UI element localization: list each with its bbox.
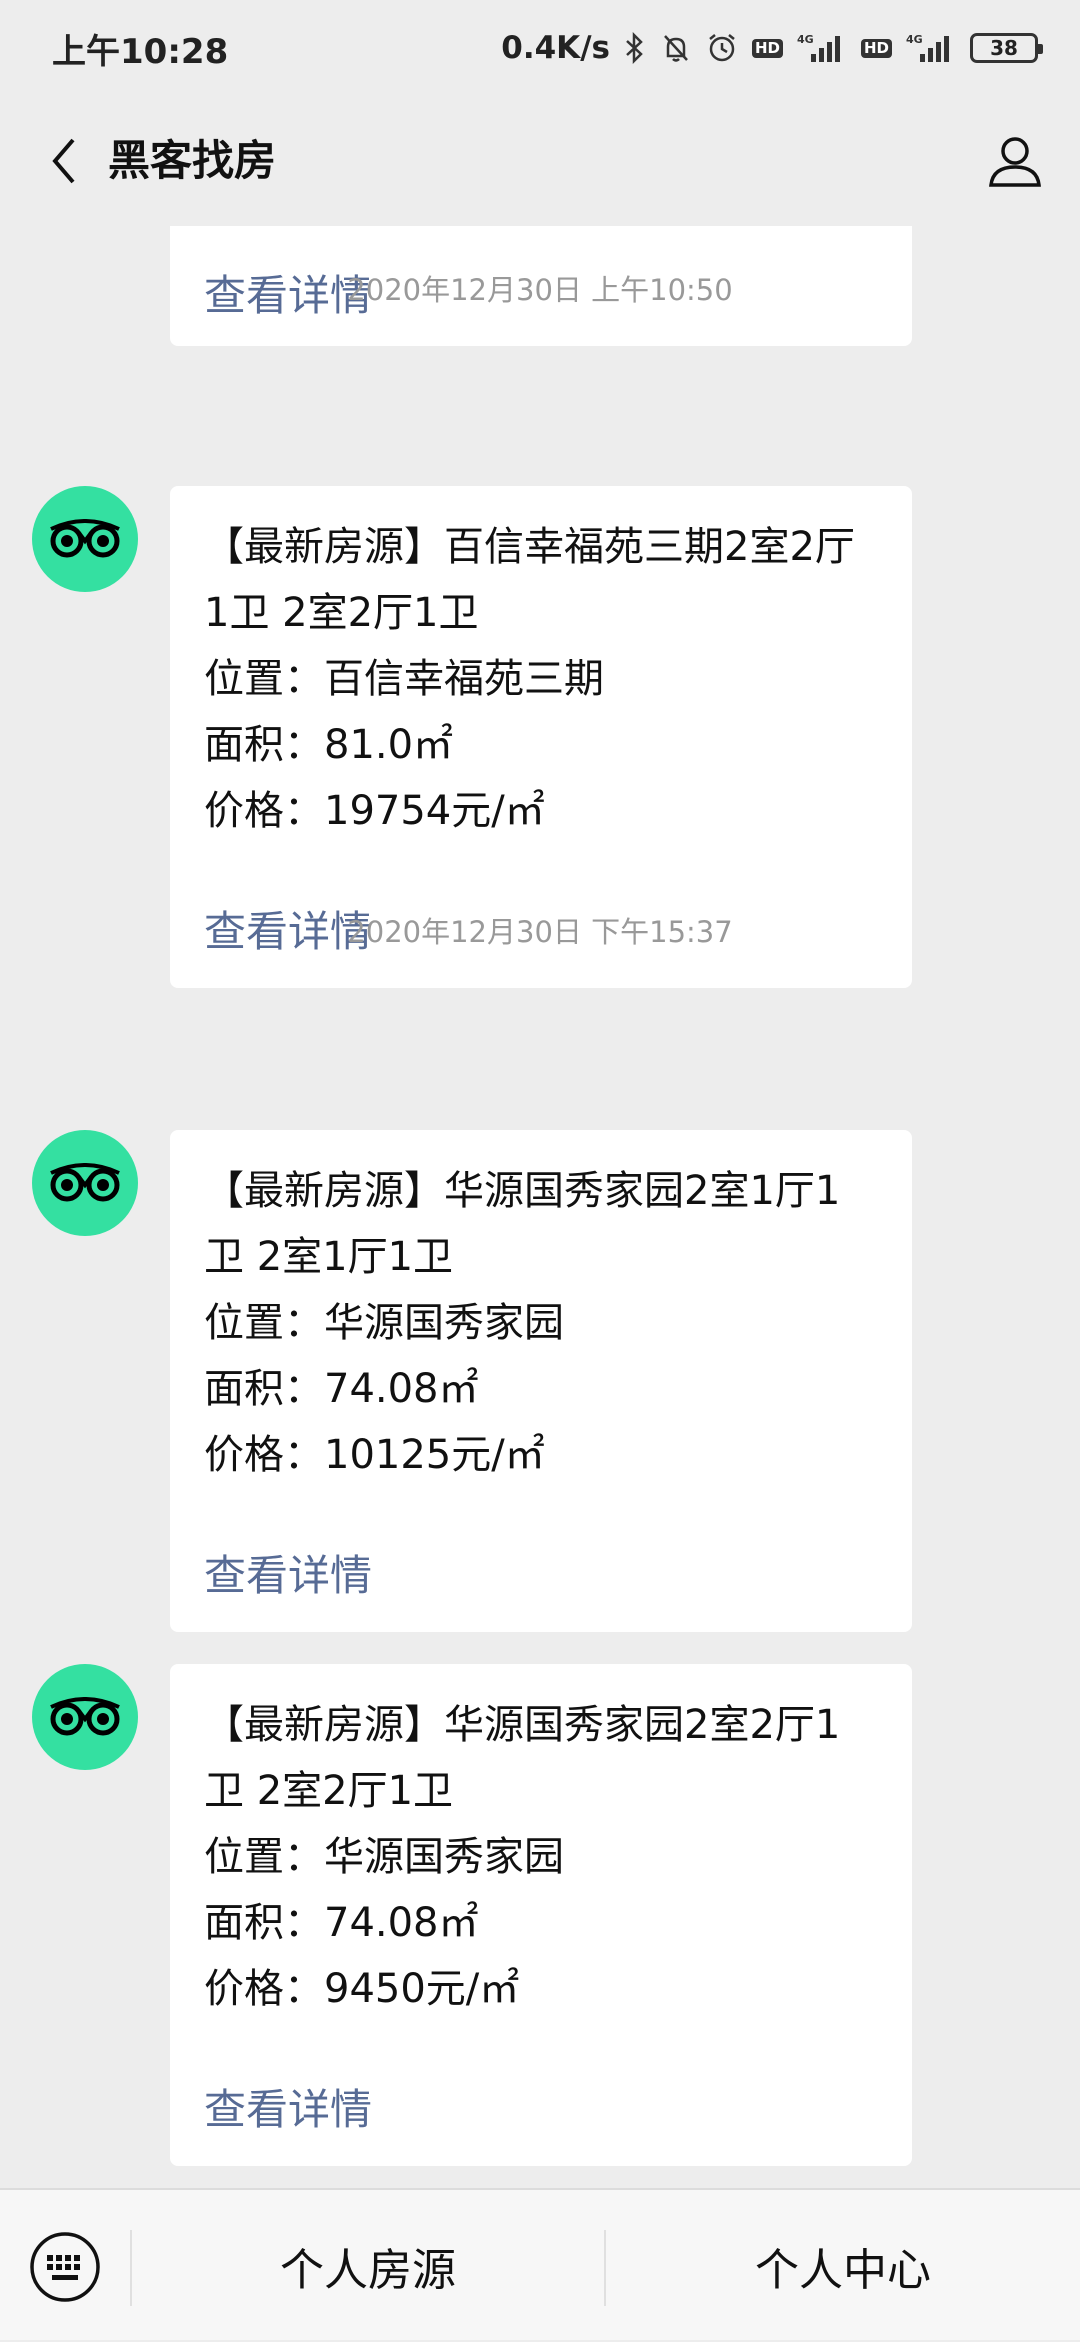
status-icons: 0.4K/s HD 4G HD 4G 38 bbox=[501, 30, 1043, 66]
listing-title: 【最新房源】华源国秀家园2室2厅1卫 2室2厅1卫 bbox=[204, 1702, 841, 1814]
avatar[interactable] bbox=[32, 486, 138, 592]
owl-logo-icon bbox=[50, 1163, 120, 1202]
profile-button[interactable] bbox=[978, 124, 1052, 198]
message-bubble[interactable]: 【最新房源】华源国秀家园2室1厅1卫 2室1厅1卫 位置：华源国秀家园 面积：7… bbox=[170, 1130, 912, 1632]
back-button[interactable] bbox=[30, 126, 100, 196]
listing-area: 面积：74.08㎡ bbox=[204, 1366, 479, 1412]
menu-item-personal-center[interactable]: 个人中心 bbox=[606, 2190, 1080, 2342]
owl-logo-icon bbox=[50, 1697, 120, 1736]
hd-badge: HD bbox=[751, 38, 783, 58]
svg-text:4G: 4G bbox=[797, 33, 814, 46]
keyboard-icon bbox=[30, 2232, 100, 2302]
network-speed: 0.4K/s bbox=[501, 30, 610, 66]
bottom-menu-bar: 个人房源 个人中心 bbox=[0, 2188, 1080, 2340]
page-title: 黑客找房 bbox=[108, 136, 277, 185]
hd-badge-2: HD bbox=[860, 38, 892, 58]
listing-price: 价格：10125元/㎡ bbox=[204, 1432, 545, 1478]
listing-title: 【最新房源】华源国秀家园2室1厅1卫 2室1厅1卫 bbox=[204, 1168, 841, 1280]
listing-price: 价格：19754元/㎡ bbox=[204, 788, 545, 834]
chat-area[interactable]: 查看详情 2020年12月30日 上午10:50 【最新房源】百信幸福苑三期2室… bbox=[0, 226, 1080, 2188]
bluetooth-icon bbox=[624, 32, 646, 64]
mute-bell-icon bbox=[660, 32, 692, 64]
listing-location: 位置：百信幸福苑三期 bbox=[204, 656, 604, 702]
view-details-link[interactable]: 查看详情 bbox=[204, 2080, 878, 2166]
listing-price: 价格：9450元/㎡ bbox=[204, 1966, 520, 2012]
listing-title: 【最新房源】百信幸福苑三期2室2厅1卫 2室2厅1卫 bbox=[204, 524, 855, 636]
nav-bar: 黑客找房 bbox=[0, 96, 1080, 226]
person-icon bbox=[989, 137, 1041, 187]
alarm-clock-icon bbox=[706, 32, 738, 64]
signal-icon-2: 4G bbox=[906, 32, 956, 64]
listing-area: 面积：74.08㎡ bbox=[204, 1900, 479, 1946]
listing-location: 位置：华源国秀家园 bbox=[204, 1834, 564, 1880]
message-bubble[interactable]: 【最新房源】华源国秀家园2室2厅1卫 2室2厅1卫 位置：华源国秀家园 面积：7… bbox=[170, 1664, 912, 2166]
status-time: 上午10:28 bbox=[52, 31, 229, 72]
keyboard-toggle-button[interactable] bbox=[26, 2228, 104, 2306]
owl-logo-icon bbox=[50, 519, 120, 558]
avatar[interactable] bbox=[32, 1664, 138, 1770]
avatar[interactable] bbox=[32, 1130, 138, 1236]
signal-icon: 4G bbox=[797, 32, 847, 64]
message-timestamp: 2020年12月30日 上午10:50 bbox=[347, 273, 733, 307]
message-timestamp: 2020年12月30日 下午15:37 bbox=[347, 915, 733, 949]
listing-area: 面积：81.0㎡ bbox=[204, 722, 454, 768]
battery-indicator: 38 bbox=[970, 33, 1043, 63]
status-bar: 上午10:28 0.4K/s HD 4G HD 4G 38 bbox=[0, 0, 1080, 96]
svg-text:4G: 4G bbox=[906, 33, 923, 46]
listing-location: 位置：华源国秀家园 bbox=[204, 1300, 564, 1346]
view-details-link[interactable]: 查看详情 bbox=[204, 1546, 878, 1632]
chevron-left-icon bbox=[52, 138, 75, 184]
menu-item-personal-listings[interactable]: 个人房源 bbox=[132, 2190, 604, 2342]
